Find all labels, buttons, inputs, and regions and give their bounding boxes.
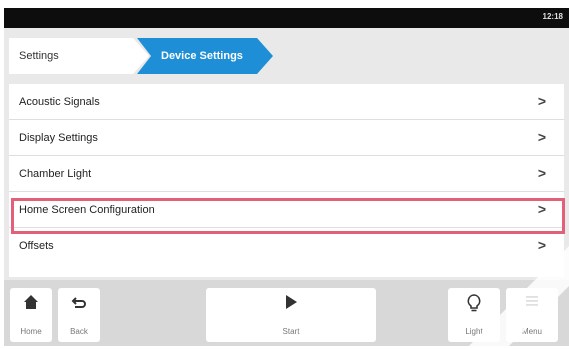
back-label: Back xyxy=(70,327,88,336)
list-item-label: Display Settings xyxy=(19,132,98,144)
chevron-right-icon: > xyxy=(537,237,546,253)
chevron-right-icon: > xyxy=(537,93,546,109)
breadcrumb-device-settings-label: Device Settings xyxy=(161,50,243,62)
home-button[interactable]: Home xyxy=(10,288,52,342)
home-label: Home xyxy=(20,327,42,336)
device-screen: 12:18 Settings Device Settings Acoustic … xyxy=(4,8,569,346)
start-label: Start xyxy=(282,327,300,336)
settings-list: Acoustic Signals > Display Settings > Ch… xyxy=(9,84,564,277)
bottom-nav: Home Back Start Light Menu xyxy=(4,280,569,346)
breadcrumb-settings-label: Settings xyxy=(19,50,59,62)
start-button[interactable]: Start xyxy=(206,288,376,342)
list-item-home-screen-configuration[interactable]: Home Screen Configuration > xyxy=(9,192,564,228)
breadcrumb-settings[interactable]: Settings xyxy=(9,38,149,74)
list-item-label: Acoustic Signals xyxy=(19,96,100,108)
play-icon xyxy=(286,295,297,309)
home-icon xyxy=(24,295,38,309)
lightbulb-icon xyxy=(467,294,481,312)
list-item-offsets[interactable]: Offsets > xyxy=(9,228,564,264)
chevron-right-icon: > xyxy=(537,201,546,217)
breadcrumb-device-settings[interactable]: Device Settings xyxy=(137,38,273,74)
back-arrow-icon xyxy=(71,297,86,308)
chevron-right-icon: > xyxy=(537,129,546,145)
list-item-chamber-light[interactable]: Chamber Light > xyxy=(9,156,564,192)
status-bar: 12:18 xyxy=(4,8,569,28)
light-button[interactable]: Light xyxy=(448,288,500,342)
breadcrumb: Settings Device Settings xyxy=(9,38,564,74)
clock: 12:18 xyxy=(542,12,563,21)
list-item-label: Home Screen Configuration xyxy=(19,204,155,216)
list-item-acoustic-signals[interactable]: Acoustic Signals > xyxy=(9,84,564,120)
menu-button[interactable]: Menu xyxy=(506,288,558,342)
menu-label: Menu xyxy=(521,327,542,336)
light-label: Light xyxy=(465,327,483,336)
chevron-right-icon: > xyxy=(537,165,546,181)
list-item-label: Chamber Light xyxy=(19,168,92,180)
back-button[interactable]: Back xyxy=(58,288,100,342)
list-item-label: Offsets xyxy=(19,240,54,252)
hamburger-icon xyxy=(526,296,538,306)
list-item-display-settings[interactable]: Display Settings > xyxy=(9,120,564,156)
